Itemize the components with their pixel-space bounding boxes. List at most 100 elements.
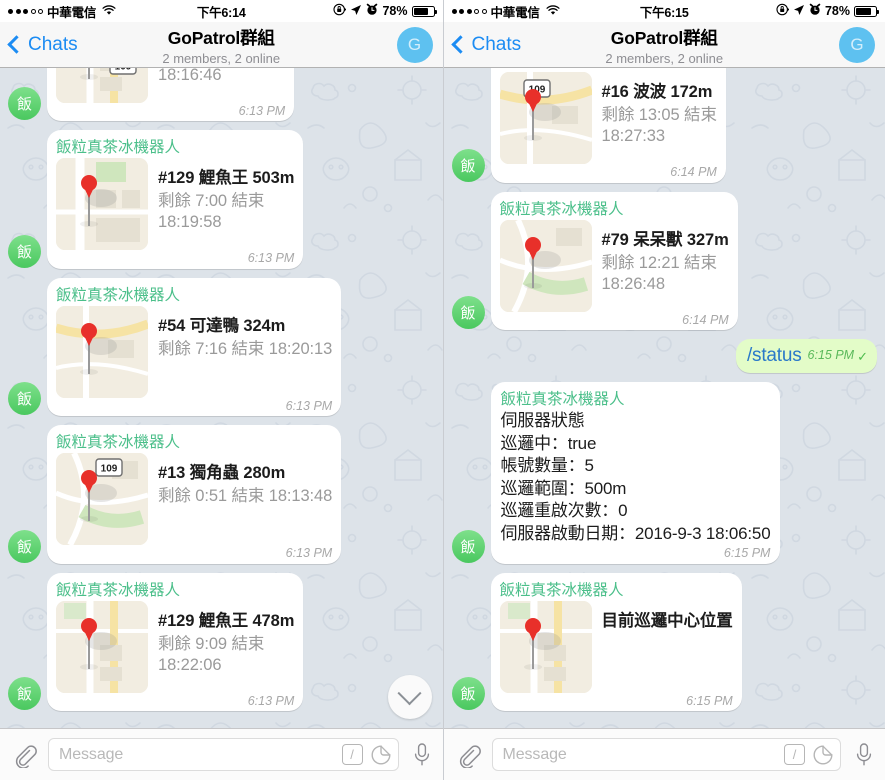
sticker-icon[interactable]: [813, 744, 833, 765]
sticker-icon[interactable]: [371, 744, 391, 765]
incoming-bubble[interactable]: 飯粒真茶冰機器人109 #16 波波 172m 剩餘 13:05 結束 18:27:…: [490, 68, 726, 183]
phone-screen-left: 中華電信 下午6:14 78% Chats GoPatrol群組 2 membe…: [0, 0, 443, 780]
incoming-bubble[interactable]: 飯粒真茶冰機器人目前巡邏中心位置 6:15 PM: [490, 572, 742, 711]
battery-icon: [411, 5, 437, 17]
chevron-left-icon: [450, 35, 470, 54]
venue-title: #16 波波 172m: [601, 83, 713, 102]
chevron-down-icon: [397, 680, 422, 705]
microphone-icon[interactable]: [854, 742, 874, 768]
outgoing-bubble[interactable]: /status 6:15 PM ✓: [735, 339, 877, 374]
venue-text-block: #129 鯉魚王 503m 剩餘 7:00 結束 18:19:58: [158, 158, 294, 233]
sender-avatar-initial: 飯: [460, 686, 476, 703]
incoming-message-row: 飯 飯粒真茶冰機器人 109 #13 獨角蟲 280m 剩餘 0:51 結束 18:13…: [8, 425, 435, 564]
status-bar: 中華電信 下午6:15 78%: [443, 0, 885, 22]
map-thumbnail[interactable]: 109: [499, 72, 592, 165]
message-timestamp: 6:13 PM: [247, 251, 295, 265]
message-timestamp: 6:15 PM: [723, 546, 771, 560]
sender-avatar[interactable]: 飯: [8, 529, 41, 563]
incoming-bubble[interactable]: 飯粒真茶冰機器人 109 #13 獨角蟲 280m 剩餘 0:51 結束 18:13:…: [47, 425, 342, 564]
venue-text-block: #79 呆呆獸 327m 剩餘 12:21 結束 18:26:48: [602, 220, 729, 295]
sender-avatar-initial: 飯: [16, 243, 32, 261]
venue-title: 目前巡邏中心位置: [601, 611, 733, 630]
venue-subtitle: 剩餘 7:16 結束 18:20:13: [158, 339, 333, 358]
paperclip-icon[interactable]: [11, 742, 37, 769]
incoming-message-row: 飯飯粒真茶冰機器人109#43 走路草 241m剩餘 3:48 結束 18:16…: [8, 68, 435, 121]
map-thumbnail[interactable]: [499, 219, 592, 312]
message-input-field[interactable]: Message /: [48, 738, 399, 771]
sender-avatar-initial: 飯: [460, 538, 476, 556]
message-input-field[interactable]: Message /: [491, 738, 841, 771]
map-thumbnail[interactable]: 109: [56, 68, 148, 103]
group-avatar-initial: G: [407, 34, 422, 54]
venue-message: #79 呆呆獸 327m 剩餘 12:21 結束 18:26:48: [499, 219, 729, 312]
read-receipt-icon: ✓: [857, 349, 868, 365]
back-to-chats-button[interactable]: Chats: [7, 34, 78, 56]
venue-title: #54 可達鴨 324m: [158, 316, 286, 335]
map-thumbnail[interactable]: [56, 305, 148, 398]
message-timestamp: 6:15 PM: [686, 693, 733, 708]
sender-avatar-initial: 飯: [460, 305, 476, 323]
microphone-icon[interactable]: [412, 742, 432, 768]
sender-avatar[interactable]: 飯: [451, 529, 485, 563]
sender-avatar-initial: 飯: [460, 157, 476, 175]
scroll-to-bottom-button[interactable]: [387, 675, 432, 719]
map-thumbnail[interactable]: [499, 600, 592, 693]
message-timestamp: 6:13 PM: [247, 693, 295, 708]
group-avatar[interactable]: G: [839, 26, 875, 63]
incoming-bubble[interactable]: 飯粒真茶冰機器人 #79 呆呆獸 327m 剩餘 12:21 結束 18:26:48…: [490, 191, 738, 331]
venue-text-block: #43 走路草 241m剩餘 3:48 結束 18:16:46: [158, 68, 285, 86]
navigation-bar: Chats GoPatrol群組 2 members, 2 online G: [443, 22, 885, 68]
paperclip-icon[interactable]: [455, 742, 481, 769]
incoming-bubble[interactable]: 飯粒真茶冰機器人 #54 可達鴨 324m 剩餘 7:16 結束 18:20:13 6…: [47, 277, 342, 416]
lock-rotation-icon: [776, 3, 790, 19]
group-avatar-initial: G: [850, 34, 864, 54]
slash-command-icon[interactable]: /: [784, 744, 805, 765]
message-sender-name: 飯粒真茶冰機器人: [499, 581, 624, 599]
message-list-right[interactable]: 飯飯粒真茶冰機器人109#16 波波 172m剩餘 13:05 結束 18:27…: [443, 68, 885, 728]
incoming-bubble[interactable]: 飯粒真茶冰機器人109#43 走路草 241m剩餘 3:48 結束 18:16:…: [47, 68, 295, 121]
incoming-message-row: 飯 飯粒真茶冰機器人 #129 鯉魚王 503m 剩餘 7:00 結束 18:19:5…: [8, 130, 435, 269]
dual-screenshot-container: 中華電信 下午6:14 78% Chats GoPatrol群組 2 membe…: [0, 0, 885, 780]
back-button-label: Chats: [471, 33, 522, 55]
navigation-bar: Chats GoPatrol群組 2 members, 2 online G: [0, 22, 443, 68]
message-timestamp: 6:15 PM: [807, 348, 855, 363]
incoming-message-row: 飯 飯粒真茶冰機器人 #54 可達鴨 324m 剩餘 7:16 結束 18:20:13…: [8, 277, 435, 416]
map-thumbnail[interactable]: [56, 600, 148, 693]
map-thumbnail[interactable]: 109: [56, 453, 148, 545]
venue-title: #13 獨角蟲 280m: [158, 464, 286, 482]
back-to-chats-button[interactable]: Chats: [450, 33, 522, 56]
message-input-placeholder: Message: [502, 745, 567, 763]
sender-avatar[interactable]: 飯: [451, 296, 485, 330]
incoming-bubble[interactable]: 飯粒真茶冰機器人 伺服器狀態 巡邏中：true 帳號數量：5 巡邏範圍：500m …: [490, 382, 781, 564]
message-sender-name: 飯粒真茶冰機器人: [56, 286, 181, 304]
incoming-bubble[interactable]: 飯粒真茶冰機器人 #129 鯉魚王 503m 剩餘 7:00 結束 18:19:58…: [47, 130, 304, 269]
venue-message: 109 #13 獨角蟲 280m 剩餘 0:51 結束 18:13:48: [56, 453, 332, 545]
map-thumbnail[interactable]: [56, 158, 148, 250]
message-sender-name: 飯粒真茶冰機器人: [56, 434, 181, 451]
venue-subtitle: 剩餘 0:51 結束 18:13:48: [158, 487, 333, 505]
incoming-message-row: 飯飯粒真茶冰機器人 伺服器狀態 巡邏中：true 帳號數量：5 巡邏範圍：500m…: [451, 382, 878, 564]
venue-text-block: #16 波波 172m 剩餘 13:05 結束 18:27:33: [602, 72, 717, 147]
sender-avatar[interactable]: 飯: [8, 87, 41, 120]
message-timestamp: 6:13 PM: [285, 546, 333, 560]
slash-command-icon[interactable]: /: [341, 744, 363, 765]
message-sender-name: 飯粒真茶冰機器人: [500, 68, 717, 71]
sender-avatar[interactable]: 飯: [8, 677, 41, 710]
incoming-message-row: 飯 飯粒真茶冰機器人 #79 呆呆獸 327m 剩餘 12:21 結束 18:26:4…: [451, 191, 878, 331]
group-avatar[interactable]: G: [396, 26, 433, 63]
battery-percent-label: 78%: [382, 4, 408, 18]
sender-avatar[interactable]: 飯: [451, 677, 485, 710]
venue-message: 目前巡邏中心位置: [499, 600, 733, 693]
sender-avatar[interactable]: 飯: [451, 148, 485, 182]
sender-avatar-initial: 飯: [16, 391, 32, 408]
venue-title: #129 鯉魚王 478m: [158, 611, 295, 630]
message-list-left[interactable]: 飯飯粒真茶冰機器人109#43 走路草 241m剩餘 3:48 結束 18:16…: [0, 68, 443, 728]
incoming-bubble[interactable]: 飯粒真茶冰機器人 #129 鯉魚王 478m 剩餘 9:09 結束 18:22:06…: [47, 572, 304, 711]
venue-text-block: #54 可達鴨 324m 剩餘 7:16 結束 18:20:13: [158, 306, 332, 360]
message-timestamp: 6:13 PM: [238, 103, 286, 118]
sender-avatar[interactable]: 飯: [8, 382, 41, 415]
command-link[interactable]: /status: [747, 345, 802, 366]
chevron-left-icon: [7, 35, 26, 54]
battery-percent-label: 78%: [824, 4, 850, 18]
sender-avatar[interactable]: 飯: [8, 234, 41, 268]
